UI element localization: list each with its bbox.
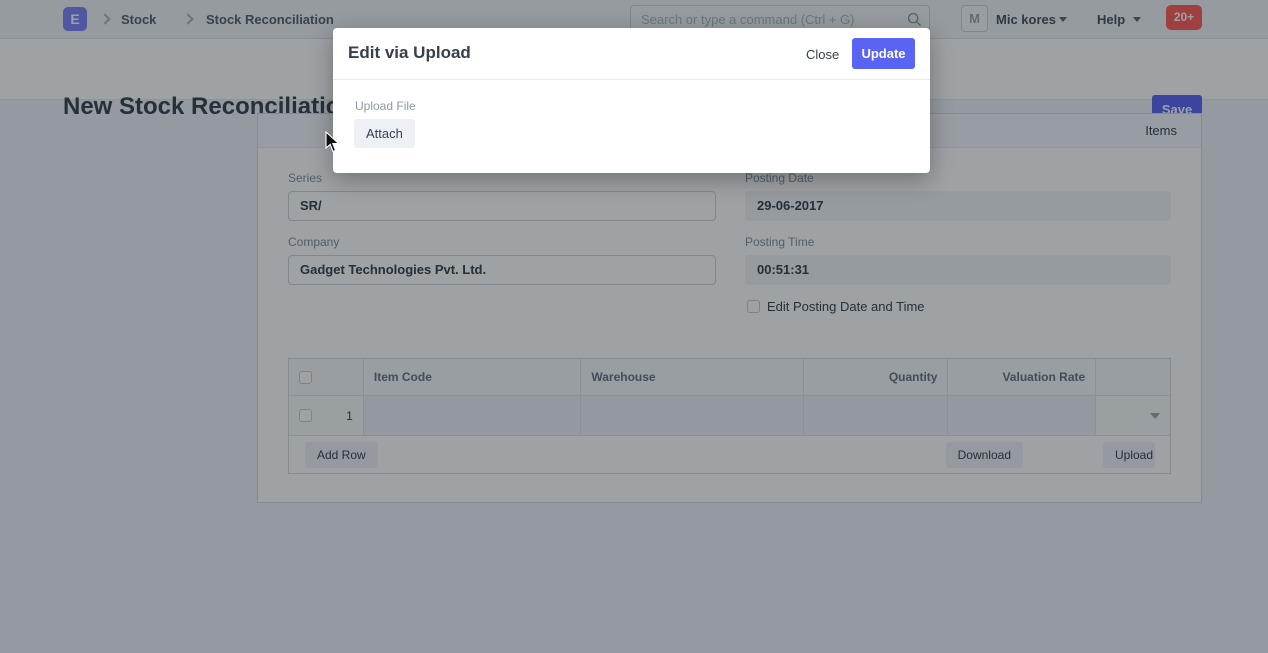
modal-header: Edit via Upload Close Update <box>333 28 930 80</box>
attach-button[interactable]: Attach <box>354 119 415 148</box>
update-button[interactable]: Update <box>852 38 915 69</box>
close-button[interactable]: Close <box>806 47 839 62</box>
upload-file-label: Upload File <box>355 99 416 113</box>
modal-title: Edit via Upload <box>348 43 471 63</box>
edit-via-upload-modal: Edit via Upload Close Update Upload File… <box>333 28 930 173</box>
mouse-cursor <box>325 131 341 153</box>
